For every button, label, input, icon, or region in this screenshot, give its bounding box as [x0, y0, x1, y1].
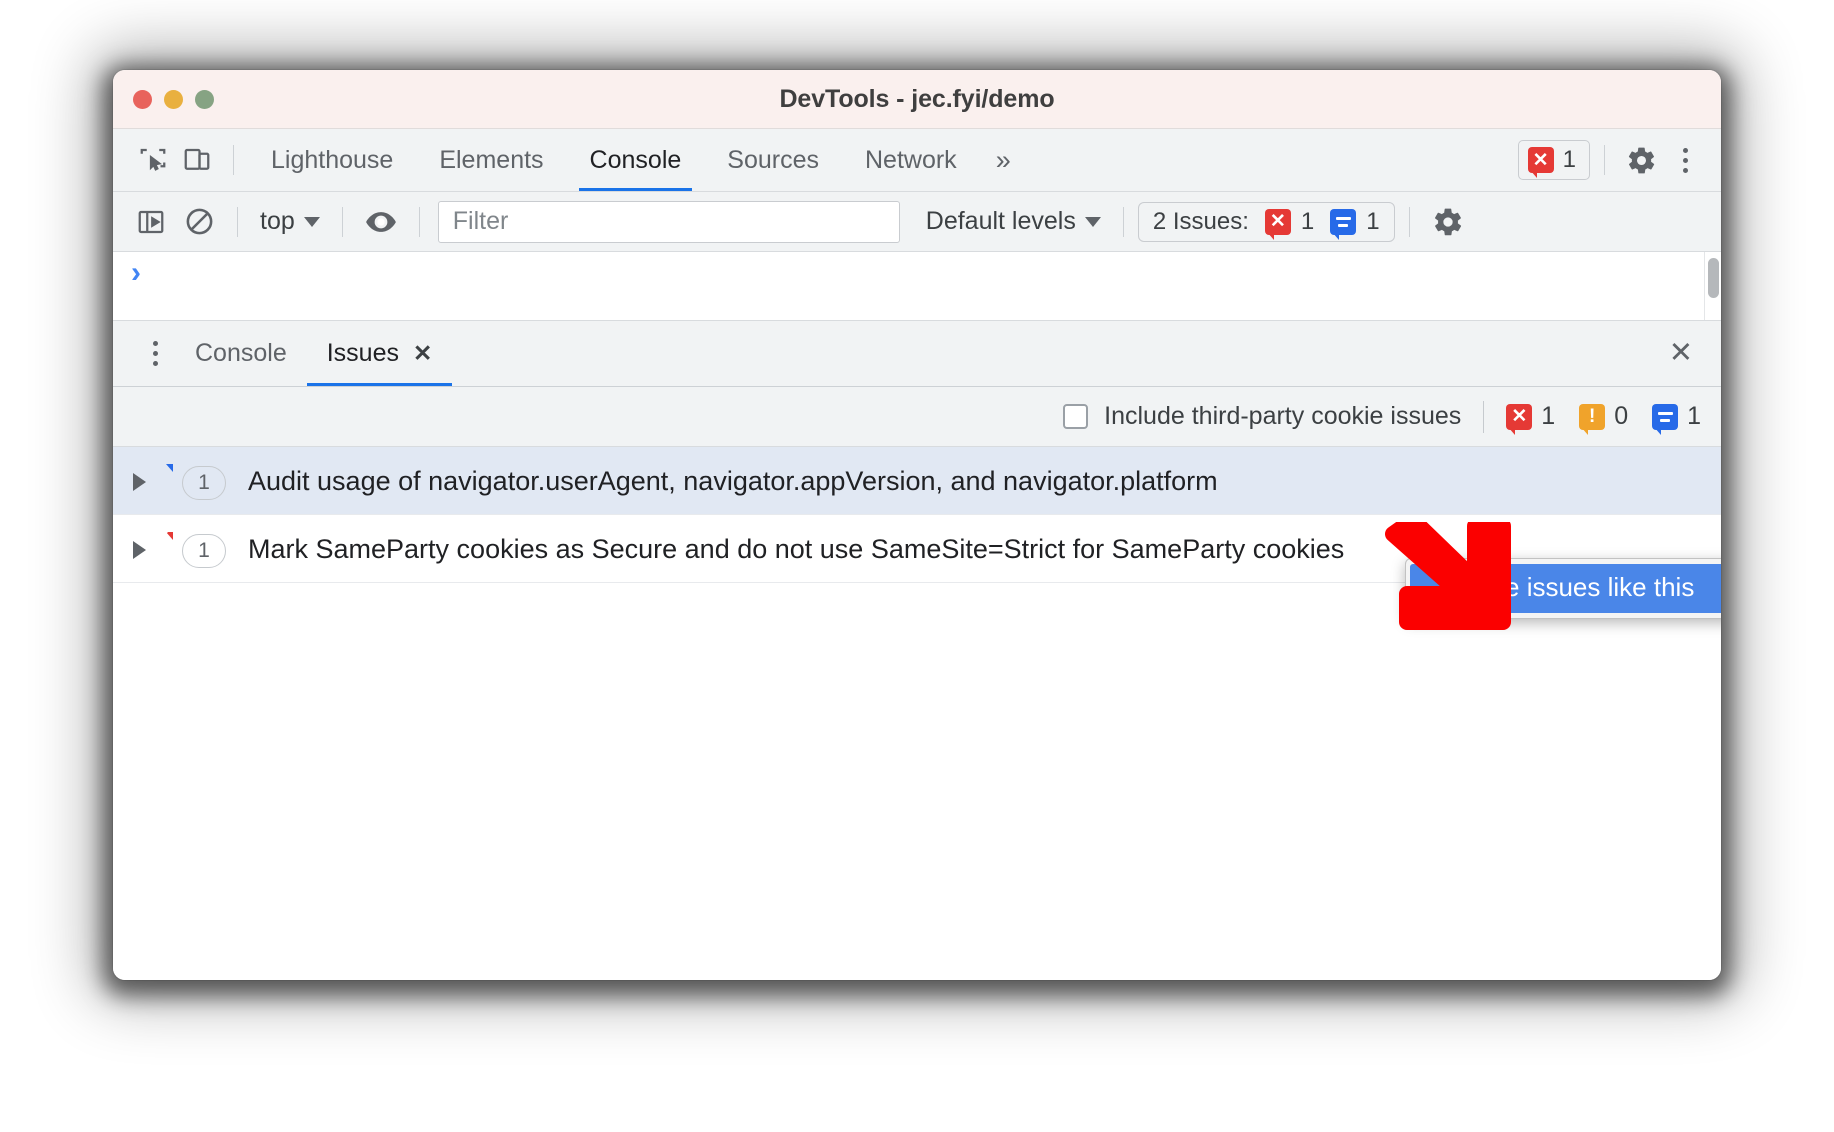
tabbar-divider	[233, 145, 234, 175]
context-menu: Hide issues like this	[1405, 558, 1721, 619]
issues-list: 1 Audit usage of navigator.userAgent, na…	[113, 447, 1721, 980]
close-window-button[interactable]	[133, 89, 152, 109]
issues-error-group: ✕ 1	[1506, 402, 1556, 435]
error-bubble-icon-count: ✕	[1506, 403, 1533, 435]
log-levels-value: Default levels	[925, 207, 1076, 235]
issues-count-summary: ✕ 1 ! 0 1	[1506, 402, 1701, 435]
close-drawer-icon[interactable]: ✕	[1659, 339, 1703, 368]
chevron-down-icon	[303, 216, 320, 227]
tab-console[interactable]: Console	[567, 129, 705, 191]
kebab-menu-icon[interactable]	[1663, 138, 1707, 182]
drawer-tab-issues-label: Issues	[326, 339, 399, 367]
more-tabs-icon[interactable]: »	[980, 129, 1027, 191]
issues-error-bubble-icon: ✕	[1264, 208, 1291, 240]
issue-title: Mark SameParty cookies as Secure and do …	[248, 534, 1345, 564]
screenshot-root: DevTools - jec.fyi/demo Lighthouse Eleme…	[0, 0, 1834, 1132]
issues-info-bubble-icon	[1330, 208, 1357, 240]
tab-network[interactable]: Network	[842, 129, 980, 191]
drawer-kebab-menu-icon[interactable]	[135, 332, 175, 376]
issues-warning-group: ! 0	[1579, 402, 1629, 435]
issues-summary-button[interactable]: 2 Issues: ✕ 1 1	[1137, 201, 1395, 242]
issues-filter-divider	[1483, 400, 1485, 433]
drawer-tab-issues[interactable]: Issues ✕	[306, 321, 453, 386]
inspect-element-icon[interactable]	[131, 138, 175, 182]
console-sidebar-icon[interactable]	[127, 200, 175, 244]
third-party-cookie-checkbox-row[interactable]: Include third-party cookie issues	[1063, 402, 1461, 431]
live-expression-eye-icon[interactable]	[357, 200, 405, 244]
console-toolbar-divider-2	[341, 206, 343, 237]
gear-icon[interactable]	[1619, 138, 1663, 182]
console-toolbar-divider-1	[237, 206, 238, 237]
issues-summary-label: 2 Issues:	[1152, 207, 1249, 235]
issues-info-group: 1	[1652, 402, 1701, 435]
issue-count-pill: 1	[182, 534, 226, 568]
console-scrollbar-thumb[interactable]	[1708, 258, 1719, 298]
console-toolbar: top Filter Default levels 2 Issues: ✕ 1 …	[113, 192, 1721, 252]
tabbar-divider-2	[1604, 145, 1605, 175]
filter-input[interactable]: Filter	[437, 200, 900, 243]
tab-sources[interactable]: Sources	[704, 129, 842, 191]
window-traffic-lights	[133, 89, 214, 109]
drawer-tabbar: Console Issues ✕ ✕	[113, 321, 1721, 387]
console-settings-gear-icon[interactable]	[1424, 200, 1472, 244]
expand-triangle-icon[interactable]	[133, 541, 146, 559]
issues-info-count: 1	[1366, 207, 1380, 235]
error-bubble-icon: ✕	[1527, 147, 1554, 178]
clear-console-icon[interactable]	[175, 200, 223, 244]
issues-error-count-value: 1	[1541, 402, 1556, 430]
issue-title: Audit usage of navigator.userAgent, navi…	[248, 466, 1218, 496]
execution-context-selector[interactable]: top	[252, 207, 328, 236]
console-output-area[interactable]: ›	[113, 252, 1721, 321]
issue-count-pill: 1	[182, 466, 226, 500]
devtools-main-tabbar: Lighthouse Elements Console Sources Netw…	[113, 129, 1721, 192]
zoom-window-button[interactable]	[195, 89, 214, 109]
console-toolbar-divider-3	[418, 206, 420, 237]
context-menu-item-hide-issues[interactable]: Hide issues like this	[1410, 564, 1721, 613]
console-toolbar-divider-5	[1408, 206, 1410, 237]
execution-context-value: top	[260, 207, 295, 235]
issues-info-count-value: 1	[1687, 402, 1701, 430]
issues-warning-count-value: 0	[1614, 402, 1629, 430]
third-party-cookie-label: Include third-party cookie issues	[1104, 402, 1462, 430]
device-toolbar-icon[interactable]	[175, 138, 219, 182]
window-title: DevTools - jec.fyi/demo	[779, 84, 1055, 113]
drawer-tab-console-label: Console	[195, 339, 287, 367]
devtools-window: DevTools - jec.fyi/demo Lighthouse Eleme…	[113, 70, 1721, 980]
error-count-badge[interactable]: ✕ 1	[1517, 140, 1590, 180]
third-party-cookie-checkbox[interactable]	[1063, 404, 1089, 429]
log-levels-selector[interactable]: Default levels	[918, 207, 1109, 236]
chevron-down-icon-levels	[1084, 216, 1101, 227]
minimize-window-button[interactable]	[164, 89, 183, 109]
info-bubble-icon	[1652, 403, 1679, 435]
issues-filter-bar: Include third-party cookie issues ✕ 1 !	[113, 387, 1721, 447]
close-issues-tab-icon[interactable]: ✕	[413, 340, 432, 367]
main-tab-list: Lighthouse Elements Console Sources Netw…	[248, 129, 1027, 191]
drawer-tab-console[interactable]: Console	[175, 321, 307, 386]
console-prompt-chevron-icon: ›	[131, 256, 141, 289]
console-scrollbar[interactable]	[1704, 252, 1721, 320]
console-toolbar-divider-4	[1122, 206, 1124, 237]
tab-elements[interactable]: Elements	[416, 129, 566, 191]
tab-lighthouse[interactable]: Lighthouse	[248, 129, 416, 191]
warning-bubble-icon: !	[1579, 403, 1606, 435]
expand-triangle-icon[interactable]	[133, 473, 146, 491]
issues-error-count: 1	[1300, 207, 1315, 235]
window-titlebar: DevTools - jec.fyi/demo	[113, 70, 1721, 129]
issue-row[interactable]: 1 Audit usage of navigator.userAgent, na…	[113, 447, 1721, 515]
error-count-value: 1	[1562, 146, 1576, 173]
